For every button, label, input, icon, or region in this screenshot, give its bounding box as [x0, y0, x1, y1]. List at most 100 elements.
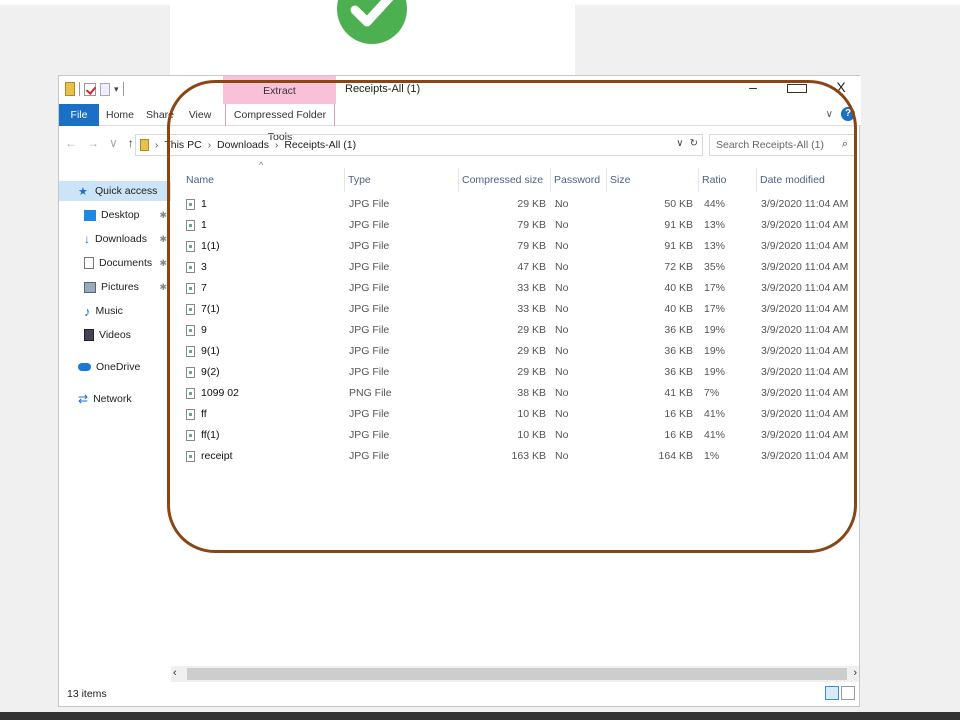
cell-password: No: [555, 219, 569, 231]
minimize-button[interactable]: –: [743, 79, 763, 96]
table-row[interactable]: 1(1) JPG File 79 KB No 91 KB 13% 3/9/2020 11:0…: [171, 236, 861, 257]
pin-icon[interactable]: ✱: [159, 258, 167, 269]
image-file-icon: [186, 220, 195, 231]
table-row[interactable]: 9(1) JPG File 29 KB No 36 KB 19% 3/9/2020 11:0…: [171, 341, 861, 362]
extract-tab-header[interactable]: Extract: [223, 76, 336, 104]
up-arrow-icon[interactable]: ↑: [128, 136, 134, 150]
title-bar: ▾ Extract Receipts-All (1) – X: [59, 76, 861, 104]
sidebar-item-videos[interactable]: Videos: [59, 325, 171, 345]
table-row[interactable]: 1 JPG File 29 KB No 50 KB 44% 3/9/2020 11:04 A…: [171, 194, 861, 215]
table-row[interactable]: 1099 02 PNG File 38 KB No 41 KB 7% 3/9/2020 11…: [171, 383, 861, 404]
column-header-compressed-size[interactable]: Compressed size: [459, 168, 551, 192]
tab-compressed-folder-tools[interactable]: Compressed Folder Tools: [225, 104, 335, 143]
refresh-icon[interactable]: ↻: [690, 138, 698, 149]
cell-compressed: 29 KB: [517, 345, 546, 357]
cell-type: JPG File: [349, 282, 390, 294]
close-button[interactable]: X: [831, 79, 851, 96]
properties-icon[interactable]: [84, 82, 96, 96]
sidebar-item-pictures[interactable]: Pictures ✱: [59, 277, 171, 297]
cell-type: JPG File: [349, 261, 390, 273]
sidebar-item-onedrive[interactable]: OneDrive: [59, 357, 171, 377]
expand-ribbon-icon[interactable]: ∨: [826, 109, 833, 120]
breadcrumb-separator-icon[interactable]: ›: [155, 140, 158, 151]
cell-name: 1(1): [186, 236, 220, 257]
large-icons-view-icon[interactable]: [841, 686, 855, 700]
sidebar-item-documents[interactable]: Documents ✱: [59, 253, 171, 273]
column-header-name[interactable]: Name: [183, 168, 345, 192]
tab-share[interactable]: Share: [143, 104, 177, 126]
pin-icon[interactable]: ✱: [159, 210, 167, 221]
breadcrumb-receipts[interactable]: Receipts-All (1): [284, 139, 356, 151]
tab-view[interactable]: View: [183, 104, 217, 126]
maximize-button[interactable]: [787, 79, 807, 96]
sidebar-item-downloads[interactable]: ↓ Downloads ✱: [59, 229, 171, 249]
sidebar-item-quick-access[interactable]: ★ Quick access: [59, 181, 171, 201]
customize-toolbar-icon[interactable]: ▾: [114, 84, 119, 95]
scroll-left-icon[interactable]: ‹: [173, 667, 177, 679]
table-row[interactable]: 7 JPG File 33 KB No 40 KB 17% 3/9/2020 11:04 A…: [171, 278, 861, 299]
cell-name: 9(2): [186, 362, 220, 383]
sidebar-item-label: Quick access: [95, 185, 158, 197]
search-icon[interactable]: ⌕: [842, 138, 848, 151]
sidebar-item-label: Pictures: [101, 281, 139, 293]
table-row[interactable]: ff JPG File 10 KB No 16 KB 41% 3/9/2020 11:04 …: [171, 404, 861, 425]
sidebar-item-music[interactable]: ♪ Music: [59, 301, 171, 321]
search-input[interactable]: Search Receipts-All (1) ⌕: [709, 134, 855, 156]
search-placeholder: Search Receipts-All (1): [716, 139, 824, 151]
column-header-size[interactable]: Size: [607, 168, 699, 192]
address-dropdown-icon[interactable]: ∨: [676, 138, 683, 149]
sidebar-item-network[interactable]: ⇄ Network: [59, 389, 171, 409]
address-bar[interactable]: › This PC › Downloads › Receipts-All (1)…: [135, 134, 703, 156]
table-row[interactable]: 3 JPG File 47 KB No 72 KB 35% 3/9/2020 11:04 A…: [171, 257, 861, 278]
cell-ratio: 41%: [704, 429, 726, 441]
cell-type: JPG File: [349, 240, 390, 252]
table-row[interactable]: ff(1) JPG File 10 KB No 16 KB 41% 3/9/2020 11:…: [171, 425, 861, 446]
cell-ratio: 13%: [704, 240, 726, 252]
cell-type: JPG File: [349, 198, 390, 210]
breadcrumb-separator-icon[interactable]: ›: [208, 140, 211, 151]
image-file-icon: [186, 409, 195, 420]
cell-date: 3/9/2020 11:04 AM: [761, 261, 849, 273]
help-icon[interactable]: ?: [841, 107, 855, 121]
forward-arrow-icon[interactable]: →: [87, 136, 99, 150]
column-header-date-modified[interactable]: Date modified: [757, 168, 857, 192]
image-file-icon: [186, 241, 195, 252]
column-header-ratio[interactable]: Ratio: [699, 168, 757, 192]
column-header-type[interactable]: Type: [345, 168, 459, 192]
cloud-icon: [78, 363, 91, 371]
table-row[interactable]: 7(1) JPG File 33 KB No 40 KB 17% 3/9/2020 11:0…: [171, 299, 861, 320]
breadcrumb-downloads[interactable]: Downloads: [217, 139, 269, 151]
breadcrumb-this-pc[interactable]: This PC: [164, 139, 201, 151]
scrollbar-thumb[interactable]: [187, 668, 847, 680]
sidebar-item-label: Videos: [99, 329, 131, 341]
file-name: ff: [201, 408, 207, 420]
sidebar-item-desktop[interactable]: Desktop ✱: [59, 205, 171, 225]
star-icon: ★: [78, 185, 88, 198]
scroll-right-icon[interactable]: ›: [853, 667, 857, 679]
horizontal-scrollbar[interactable]: ‹ ›: [171, 666, 859, 682]
cell-date: 3/9/2020 11:04 AM: [761, 450, 849, 462]
tab-file[interactable]: File: [59, 104, 99, 126]
pin-icon[interactable]: ✱: [159, 234, 167, 245]
cell-ratio: 7%: [704, 387, 720, 399]
cell-name: 9(1): [186, 341, 220, 362]
back-arrow-icon[interactable]: ←: [65, 136, 77, 150]
recent-locations-icon[interactable]: ∨: [109, 136, 118, 150]
cell-name: 7(1): [186, 299, 220, 320]
table-row[interactable]: 9(2) JPG File 29 KB No 36 KB 19% 3/9/2020 11:0…: [171, 362, 861, 383]
toolbar-divider: [79, 82, 80, 96]
pin-icon[interactable]: ✱: [159, 282, 167, 293]
tab-home[interactable]: Home: [103, 104, 137, 126]
sidebar-item-label: Music: [95, 305, 123, 317]
details-view-icon[interactable]: [825, 686, 839, 700]
new-folder-icon[interactable]: [100, 82, 110, 96]
column-header-password[interactable]: Password ...: [551, 168, 607, 210]
table-row[interactable]: 1 JPG File 79 KB No 91 KB 13% 3/9/2020 11:04 A…: [171, 215, 861, 236]
image-file-icon: [186, 325, 195, 336]
nav-buttons: ← → ∨ ↑: [65, 136, 134, 150]
table-row[interactable]: 9 JPG File 29 KB No 36 KB 19% 3/9/2020 11:04 A…: [171, 320, 861, 341]
table-row[interactable]: receipt JPG File 163 KB No 164 KB 1% 3/9/2020 …: [171, 446, 861, 467]
cell-date: 3/9/2020 11:04 AM: [761, 324, 849, 336]
cell-date: 3/9/2020 11:04 AM: [761, 303, 849, 315]
breadcrumb-separator-icon[interactable]: ›: [275, 140, 278, 151]
